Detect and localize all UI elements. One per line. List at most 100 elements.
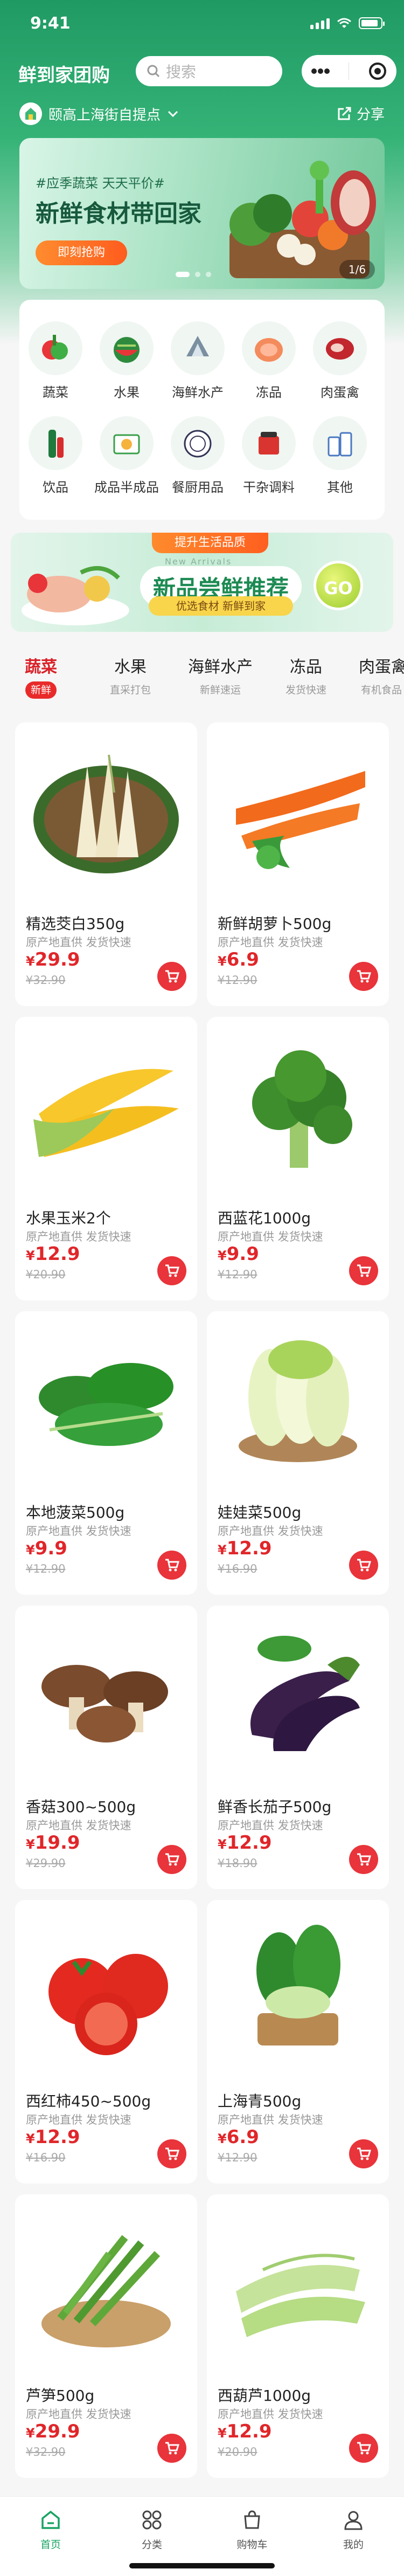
price-value: 12.9 — [226, 2421, 272, 2442]
product-price: ¥29.9 — [26, 2421, 80, 2442]
cart-icon — [357, 2147, 372, 2160]
product-card[interactable]: 芦笋500g 原产地直供 发货快速 ¥29.9 ¥32.90 — [15, 2194, 197, 2478]
hero-banner[interactable]: #应季蔬菜 天天平价# 新鲜食材带回家 即刻抢购 1/6 — [19, 138, 385, 289]
new-arrivals-banner[interactable]: 提升生活品质 New Arrivals 新品尝鲜推荐 优选食材 新鲜到家 GO — [11, 533, 393, 632]
category-label: 蔬菜 — [43, 385, 68, 400]
category-label: 海鲜水产 — [172, 385, 224, 400]
status-icons — [310, 17, 385, 29]
product-card[interactable]: 精选茭白350g 原产地直供 发货快速 ¥29.9 ¥32.90 — [15, 722, 197, 1006]
category-vegetables[interactable]: 蔬菜 — [23, 321, 88, 401]
product-desc: 原产地直供 发货快速 — [218, 1230, 323, 1243]
product-card[interactable]: 上海青500g 原产地直供 发货快速 ¥6.9 ¥12.90 — [207, 1900, 389, 2184]
banner-tag: #应季蔬菜 天天平价# — [36, 176, 165, 191]
currency-symbol: ¥ — [26, 1542, 35, 1558]
other-icon — [313, 416, 367, 470]
tab-meat[interactable]: 肉蛋禽 有机食品 — [359, 653, 404, 699]
add-to-cart-button[interactable] — [157, 1551, 186, 1580]
home-icon — [41, 2510, 60, 2529]
product-name: 水果玉米2个 — [26, 1209, 111, 1227]
close-miniapp-icon[interactable] — [368, 61, 387, 81]
seasoning-icon — [242, 416, 296, 470]
product-card[interactable]: 西蓝花1000g 原产地直供 发货快速 ¥9.9 ¥12.90 — [207, 1017, 389, 1300]
tab-subtitle: 发货快速 — [285, 684, 326, 696]
search-input[interactable]: 搜索 — [136, 56, 282, 86]
category-other[interactable]: 其他 — [308, 416, 372, 495]
status-bar: 9:41 — [0, 0, 404, 47]
category-kitchenware[interactable]: 餐厨用品 — [165, 416, 230, 495]
category-meat[interactable]: 肉蛋禽 — [308, 321, 372, 401]
product-card[interactable]: 娃娃菜500g 原产地直供 发货快速 ¥12.9 ¥16.90 — [207, 1311, 389, 1595]
product-price: ¥12.9 — [218, 2421, 272, 2442]
add-to-cart-button[interactable] — [157, 2434, 186, 2463]
add-to-cart-button[interactable] — [349, 2434, 378, 2463]
tab-fruit[interactable]: 水果 直采打包 — [98, 653, 163, 699]
promo-go-button[interactable]: GO — [314, 561, 363, 610]
product-original-price: ¥12.90 — [218, 2151, 257, 2164]
product-card[interactable]: 水果玉米2个 原产地直供 发货快速 ¥12.9 ¥20.90 — [15, 1017, 197, 1300]
add-to-cart-button[interactable] — [157, 1845, 186, 1874]
share-button[interactable]: 分享 — [336, 104, 385, 123]
product-name: 西葫芦1000g — [218, 2387, 311, 2405]
product-card[interactable]: 西红柿450~500g 原产地直供 发货快速 ¥12.9 ¥16.90 — [15, 1900, 197, 2184]
category-seasoning[interactable]: 干杂调料 — [236, 416, 301, 495]
promo-ribbon: 提升生活品质 — [152, 533, 268, 553]
promo-food-image — [22, 566, 129, 625]
add-to-cart-button[interactable] — [349, 1551, 378, 1580]
product-price: ¥12.9 — [218, 1832, 272, 1854]
tab-seafood[interactable]: 海鲜水产 新鲜速运 — [187, 653, 253, 699]
category-label: 餐厨用品 — [172, 480, 224, 495]
product-desc: 原产地直供 发货快速 — [218, 1525, 323, 1538]
tabbar-cart[interactable]: 购物车 — [220, 2509, 284, 2551]
product-card[interactable]: 西葫芦1000g 原产地直供 发货快速 ¥12.9 ¥20.90 — [207, 2194, 389, 2478]
category-fruit[interactable]: 水果 — [94, 321, 159, 401]
category-prepared[interactable]: 成品半成品 — [94, 416, 159, 495]
category-label: 肉蛋禽 — [321, 385, 359, 400]
add-to-cart-button[interactable] — [157, 962, 186, 991]
add-to-cart-button[interactable] — [349, 1256, 378, 1285]
home-indicator — [129, 2563, 275, 2568]
frozen-food-icon — [242, 321, 296, 375]
tabbar-home[interactable]: 首页 — [18, 2509, 83, 2551]
tab-title: 蔬菜 — [25, 658, 57, 677]
product-card[interactable]: 新鲜胡萝卜500g 原产地直供 发货快速 ¥6.9 ¥12.90 — [207, 722, 389, 1006]
user-icon — [344, 2511, 363, 2530]
product-name: 娃娃菜500g — [218, 1504, 302, 1521]
more-icon[interactable] — [311, 68, 330, 74]
product-original-price: ¥32.90 — [26, 974, 66, 987]
product-name: 鲜香长茄子500g — [218, 1798, 332, 1816]
add-to-cart-button[interactable] — [157, 2139, 186, 2168]
vegetables-icon — [29, 321, 82, 375]
price-value: 29.9 — [34, 2421, 80, 2442]
store-name: 颐高上海街自提点 — [48, 107, 161, 123]
miniapp-capsule — [302, 55, 396, 87]
product-original-price: ¥12.90 — [26, 1562, 66, 1575]
promo-english: New Arrivals — [165, 556, 232, 567]
product-price: ¥12.9 — [26, 1243, 80, 1265]
product-card[interactable]: 鲜香长茄子500g 原产地直供 发货快速 ¥12.9 ¥18.90 — [207, 1606, 389, 1889]
tabbar-category[interactable]: 分类 — [120, 2509, 184, 2551]
search-icon — [147, 65, 160, 78]
add-to-cart-button[interactable] — [349, 2139, 378, 2168]
product-card[interactable]: 本地菠菜500g 原产地直供 发货快速 ¥9.9 ¥12.90 — [15, 1311, 197, 1595]
store-selector[interactable]: 颐高上海街自提点 — [19, 102, 179, 125]
add-to-cart-button[interactable] — [157, 1256, 186, 1285]
currency-symbol: ¥ — [26, 1248, 35, 1263]
category-drinks[interactable]: 饮品 — [23, 416, 88, 495]
category-seafood[interactable]: 海鲜水产 — [165, 321, 230, 401]
product-desc: 原产地直供 发货快速 — [26, 1819, 131, 1832]
tabbar-profile[interactable]: 我的 — [321, 2509, 386, 2551]
add-to-cart-button[interactable] — [349, 962, 378, 991]
product-price: ¥29.9 — [26, 949, 80, 970]
add-to-cart-button[interactable] — [349, 1845, 378, 1874]
banner-buy-button[interactable]: 即刻抢购 — [36, 240, 127, 265]
tab-frozen[interactable]: 冻品 发货快速 — [274, 653, 338, 699]
tab-vegetables[interactable]: 蔬菜 新鲜 — [9, 653, 73, 699]
currency-symbol: ¥ — [218, 2131, 227, 2146]
tab-subtitle: 直采打包 — [109, 684, 151, 696]
product-card[interactable]: 香菇300~500g 原产地直供 发货快速 ¥19.9 ¥29.90 — [15, 1606, 197, 1889]
currency-symbol: ¥ — [218, 1248, 227, 1263]
currency-symbol: ¥ — [218, 1837, 227, 1852]
product-desc: 原产地直供 发货快速 — [26, 2113, 131, 2126]
category-frozen[interactable]: 冻品 — [236, 321, 301, 401]
baby-cabbage-icon — [207, 1311, 389, 1489]
